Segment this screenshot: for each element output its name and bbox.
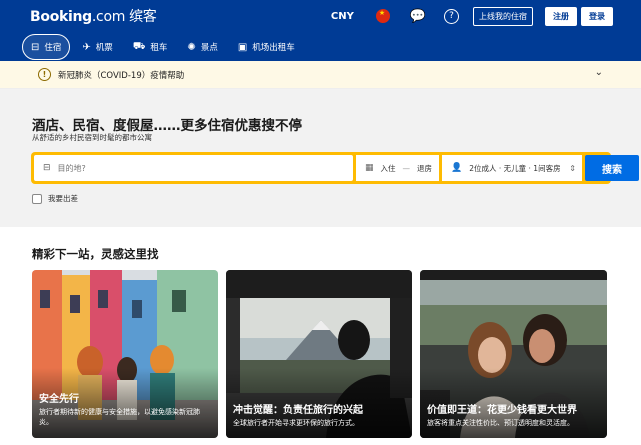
logo-chinese: 缤客 xyxy=(129,9,157,25)
header-actions: CNY 💬 ? 上线我的住宿 注册 登录 xyxy=(331,5,613,27)
destination-field[interactable]: ⊟ xyxy=(34,155,353,181)
help-icon[interactable]: ? xyxy=(444,8,459,24)
nav-item-flights[interactable]: ✈ 机票 xyxy=(74,34,120,60)
top-header: Booking.com缤客 CNY 💬 ? 上线我的住宿 注册 登录 ⊟ 住宿 … xyxy=(0,0,641,66)
booking-logo[interactable]: Booking.com 缤客 xyxy=(30,6,157,26)
search-box: ⊟ ▦ 入住 — 退房 👤 2位成人 · 无儿童 · 1间客房 ⇕ 搜索 xyxy=(31,152,639,184)
list-property-button[interactable]: 上线我的住宿 xyxy=(473,6,533,26)
calendar-icon: ▦ xyxy=(365,163,374,173)
card-description: 旅客将重点关注性价比、预订透明度和灵活度。 xyxy=(427,419,574,427)
wechat-icon[interactable]: 💬 xyxy=(410,9,426,24)
checkin-label: 入住 xyxy=(380,163,396,173)
inspiration-card-responsible-travel[interactable]: 冲击觉醒：负责任旅行的兴起 全球旅行者开始寻求更环保的旅行方式。 xyxy=(226,270,412,438)
updown-chevron-icon: ⇕ xyxy=(569,163,576,173)
info-icon: ! xyxy=(38,68,51,81)
nav-item-label: 景点 xyxy=(200,43,218,53)
nav-item-label: 机场出租车 xyxy=(252,43,295,53)
chevron-down-icon[interactable]: ⌄ xyxy=(595,67,603,78)
hero-subtitle: 从舒适的乡村民宿到时髦的都市公寓 xyxy=(32,133,152,142)
person-icon: 👤 xyxy=(451,163,463,173)
card-title: 安全先行 xyxy=(39,394,79,405)
logo-dot-com: .com xyxy=(91,9,126,25)
business-trip-checkbox[interactable]: 我要出差 xyxy=(32,193,78,204)
register-button[interactable]: 注册 xyxy=(545,6,577,26)
checkbox-label: 我要出差 xyxy=(48,194,78,203)
currency-selector[interactable]: CNY xyxy=(331,11,354,22)
checkbox[interactable] xyxy=(32,193,42,204)
alert-text: 新冠肺炎（COVID-19）疫情帮助 xyxy=(58,71,185,81)
search-button[interactable]: 搜索 xyxy=(585,155,639,181)
card-title: 冲击觉醒：负责任旅行的兴起 xyxy=(233,405,363,416)
card-description-line1: 旅行者期待新的健康与安全措施，以避免感染新冠肺 xyxy=(39,408,200,416)
nav-item-car-rental[interactable]: ⛟ 租车 xyxy=(125,34,176,60)
main-nav: ⊟ 住宿 ✈ 机票 ⛟ 租车 ✺ 景点 ▣ 机场出租车 xyxy=(22,34,307,60)
nav-item-attractions[interactable]: ✺ 景点 xyxy=(179,34,225,60)
date-separator: — xyxy=(402,163,411,173)
bed-icon: ⊟ xyxy=(43,163,51,173)
nav-item-airport-taxi[interactable]: ▣ 机场出租车 xyxy=(230,34,303,60)
destination-input[interactable] xyxy=(57,163,308,173)
nav-item-label: 机票 xyxy=(95,43,113,53)
attraction-icon: ✺ xyxy=(187,41,196,53)
bed-icon: ⊟ xyxy=(31,41,40,53)
section-title: 精彩下一站，灵感这里找 xyxy=(32,247,159,261)
plane-icon: ✈ xyxy=(82,41,91,53)
card-title: 价值即王道：花更少钱看更大世界 xyxy=(427,405,577,416)
covid-alert-banner[interactable]: ! 新冠肺炎（COVID-19）疫情帮助 ⌄ xyxy=(0,61,641,89)
date-picker[interactable]: ▦ 入住 — 退房 xyxy=(356,155,439,181)
occupancy-text: 2位成人 · 无儿童 · 1间客房 xyxy=(469,163,561,173)
nav-item-label: 租车 xyxy=(150,43,168,53)
inspiration-card-value[interactable]: 价值即王道：花更少钱看更大世界 旅客将重点关注性价比、预订透明度和灵活度。 xyxy=(420,270,607,438)
inspiration-card-safety[interactable]: 安全先行 旅行者期待新的健康与安全措施，以避免感染新冠肺 炎。 xyxy=(32,270,218,438)
language-flag-icon[interactable] xyxy=(375,9,390,23)
hero-title: 酒店、民宿、度假屋……更多住宿优惠搜不停 xyxy=(32,118,302,134)
card-description-line2: 炎。 xyxy=(39,418,53,426)
car-icon: ⛟ xyxy=(132,40,146,52)
checkout-label: 退房 xyxy=(417,163,433,173)
nav-item-stays[interactable]: ⊟ 住宿 xyxy=(22,34,71,60)
card-description: 全球旅行者开始寻求更环保的旅行方式。 xyxy=(233,419,359,427)
login-button[interactable]: 登录 xyxy=(581,6,613,26)
occupancy-selector[interactable]: 👤 2位成人 · 无儿童 · 1间客房 ⇕ xyxy=(442,155,582,181)
nav-item-label: 住宿 xyxy=(44,43,62,53)
taxi-icon: ▣ xyxy=(237,41,248,53)
logo-brand: Booking xyxy=(30,9,92,25)
